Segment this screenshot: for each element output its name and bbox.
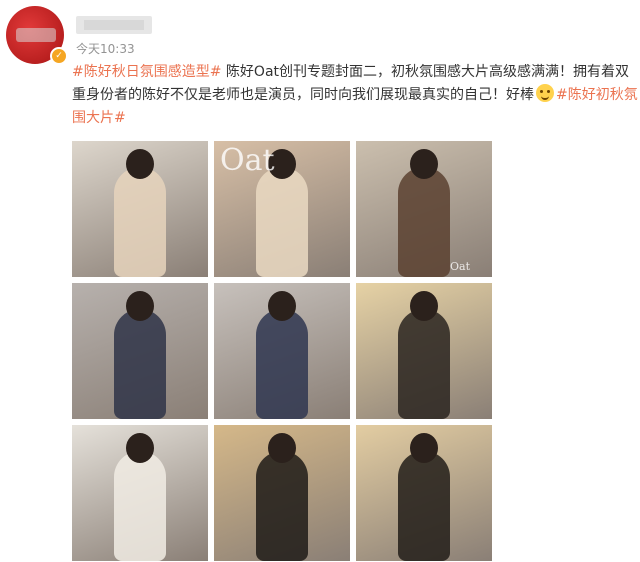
photo-thumbnail[interactable]: Oat (214, 141, 350, 277)
person-head (126, 149, 154, 179)
photo-thumbnail[interactable] (356, 283, 492, 419)
photo-thumbnail[interactable]: Oat (356, 141, 492, 277)
person-figure (114, 309, 166, 419)
photo-thumbnail[interactable] (214, 283, 350, 419)
topic-link-autumn-style[interactable]: #陈好秋日氛围感造型# (72, 64, 221, 80)
person-figure (256, 167, 308, 277)
photo-thumbnail[interactable] (356, 425, 492, 561)
person-figure (398, 167, 450, 277)
photo-thumbnail[interactable] (214, 425, 350, 561)
person-head (410, 291, 438, 321)
username-redacted[interactable] (76, 16, 152, 34)
magazine-watermark: Oat (220, 143, 275, 178)
photo-thumbnail[interactable] (72, 283, 208, 419)
verified-badge-icon: ✓ (50, 47, 68, 65)
photo-thumbnail[interactable] (72, 425, 208, 561)
person-figure (114, 451, 166, 561)
person-head (126, 433, 154, 463)
person-figure (398, 451, 450, 561)
person-figure (114, 167, 166, 277)
post-text: #陈好秋日氛围感造型# 陈好Oat创刊专题封面二，初秋氛围感大片高级感满满！拥有… (72, 61, 638, 130)
avatar-mosaic (16, 28, 56, 42)
photo-thumbnail[interactable] (72, 141, 208, 277)
person-head (410, 149, 438, 179)
person-head (410, 433, 438, 463)
person-head (268, 291, 296, 321)
person-figure (256, 309, 308, 419)
post-timestamp[interactable]: 今天10:33 (76, 40, 135, 57)
person-figure (398, 309, 450, 419)
magazine-watermark: Oat (450, 260, 470, 273)
person-head (268, 433, 296, 463)
person-head (126, 291, 154, 321)
laughing-tears-icon (536, 84, 554, 102)
person-figure (256, 451, 308, 561)
